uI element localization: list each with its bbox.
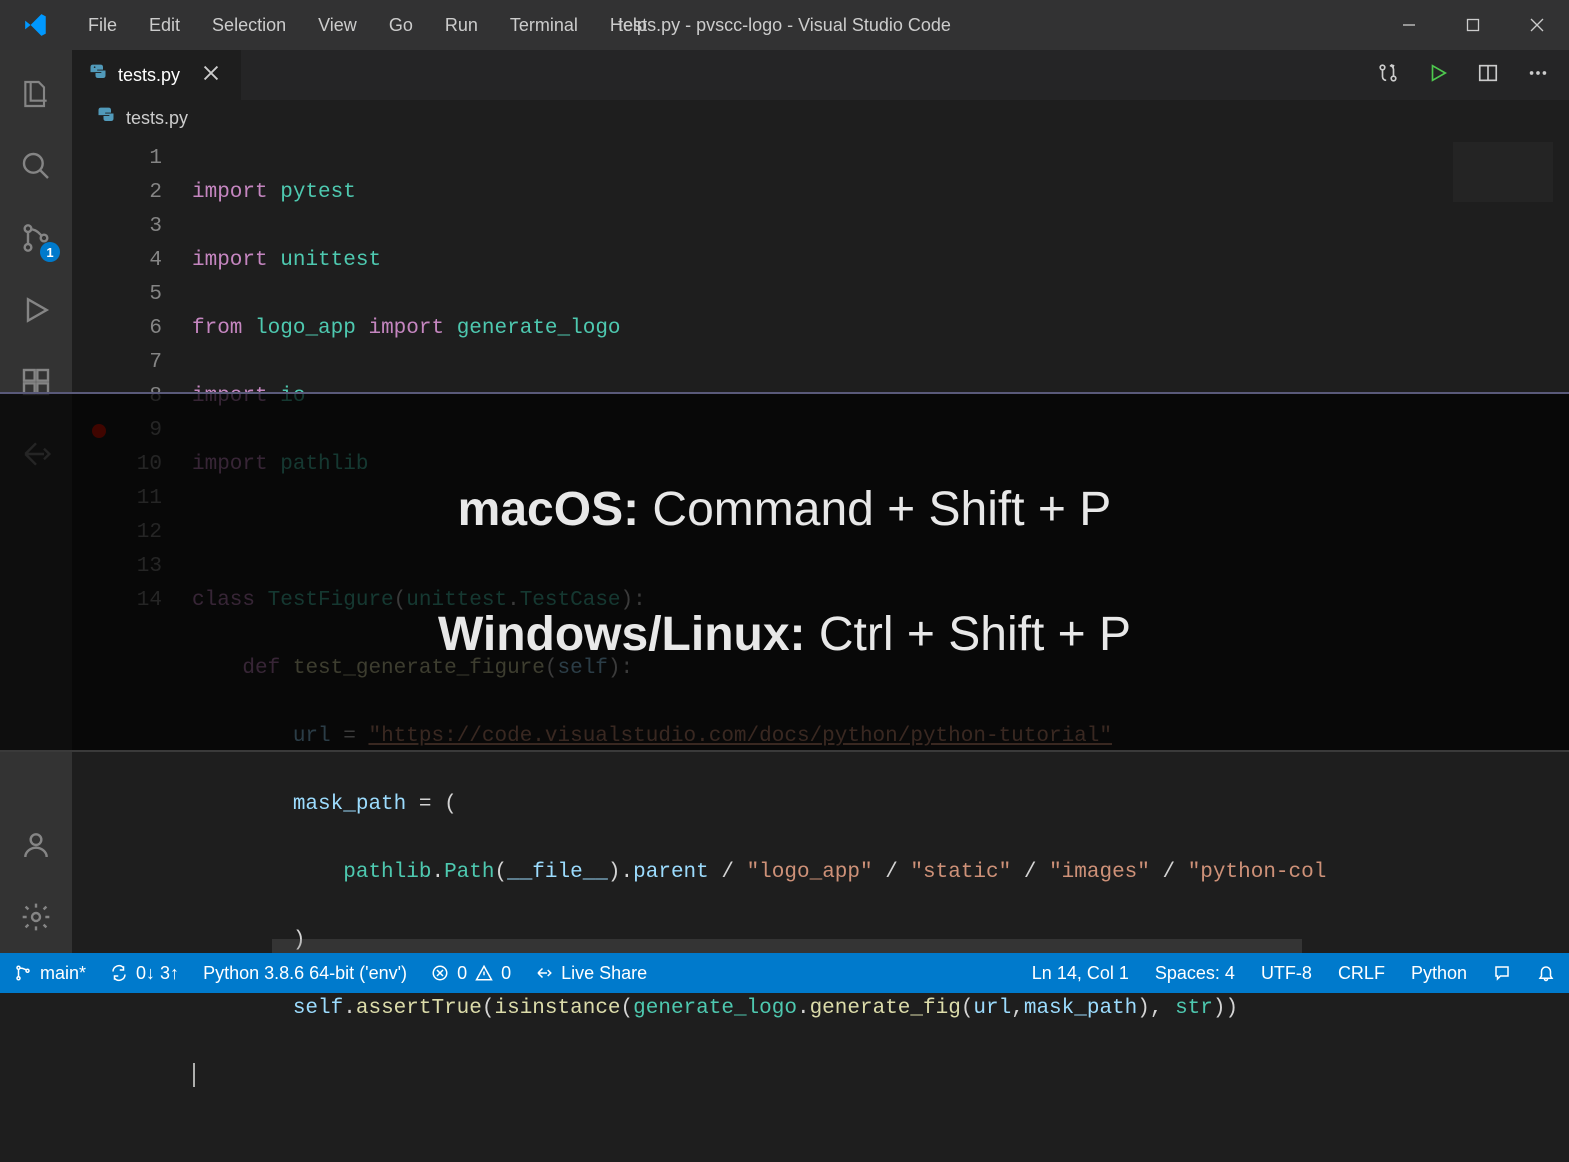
menu-edit[interactable]: Edit xyxy=(133,0,196,50)
close-button[interactable] xyxy=(1505,0,1569,50)
overlay-macos: macOS: Command + Shift + P xyxy=(458,482,1112,537)
status-feedback-icon[interactable] xyxy=(1493,964,1511,982)
title-bar: File Edit Selection View Go Run Terminal… xyxy=(0,0,1569,50)
menu-run[interactable]: Run xyxy=(429,0,494,50)
status-language[interactable]: Python xyxy=(1411,963,1467,984)
editor-actions xyxy=(1377,50,1569,100)
search-icon[interactable] xyxy=(0,130,72,202)
text-cursor xyxy=(193,1063,195,1087)
breadcrumb[interactable]: tests.py xyxy=(72,100,1569,136)
run-debug-icon[interactable] xyxy=(0,274,72,346)
line-number: 4 xyxy=(72,244,162,278)
explorer-icon[interactable] xyxy=(0,58,72,130)
run-file-icon[interactable] xyxy=(1427,62,1449,89)
python-file-icon xyxy=(88,63,108,88)
vscode-logo xyxy=(0,12,72,38)
tab-tests-py[interactable]: tests.py xyxy=(72,50,242,100)
python-file-icon xyxy=(96,106,116,131)
tab-close-icon[interactable] xyxy=(202,64,220,87)
maximize-button[interactable] xyxy=(1441,0,1505,50)
menu-go[interactable]: Go xyxy=(373,0,429,50)
line-number: 5 xyxy=(72,278,162,312)
horizontal-scrollbar[interactable] xyxy=(272,939,1302,953)
status-python[interactable]: Python 3.8.6 64-bit ('env') xyxy=(203,963,407,984)
status-spaces[interactable]: Spaces: 4 xyxy=(1155,963,1235,984)
compare-changes-icon[interactable] xyxy=(1377,62,1399,89)
more-actions-icon[interactable] xyxy=(1527,62,1549,89)
status-encoding[interactable]: UTF-8 xyxy=(1261,963,1312,984)
status-position[interactable]: Ln 14, Col 1 xyxy=(1032,963,1129,984)
line-number: 3 xyxy=(72,210,162,244)
account-icon[interactable] xyxy=(0,809,72,881)
tab-label: tests.py xyxy=(118,65,180,86)
menu-selection[interactable]: Selection xyxy=(196,0,302,50)
split-editor-icon[interactable] xyxy=(1477,62,1499,89)
status-eol[interactable]: CRLF xyxy=(1338,963,1385,984)
breadcrumb-file: tests.py xyxy=(126,108,188,129)
overlay-winlinux: Windows/Linux: Ctrl + Shift + P xyxy=(438,607,1131,662)
menu-view[interactable]: View xyxy=(302,0,373,50)
line-number: 1 xyxy=(72,142,162,176)
minimap[interactable] xyxy=(1453,142,1553,342)
menu-file[interactable]: File xyxy=(72,0,133,50)
settings-gear-icon[interactable] xyxy=(0,881,72,953)
status-bar: main* 0↓ 3↑ Python 3.8.6 64-bit ('env') … xyxy=(0,953,1569,993)
shortcut-overlay: macOS: Command + Shift + P Windows/Linux… xyxy=(0,392,1569,752)
status-liveshare[interactable]: Live Share xyxy=(535,963,647,984)
window-controls xyxy=(1377,0,1569,50)
line-number: 7 xyxy=(72,346,162,380)
scm-badge: 1 xyxy=(40,242,60,262)
menu-bar: File Edit Selection View Go Run Terminal… xyxy=(72,0,663,50)
menu-help[interactable]: Help xyxy=(594,0,663,50)
tab-bar: tests.py xyxy=(72,50,1569,100)
status-bell-icon[interactable] xyxy=(1537,964,1555,982)
status-problems[interactable]: 0 0 xyxy=(431,963,511,984)
line-number: 2 xyxy=(72,176,162,210)
source-control-icon[interactable]: 1 xyxy=(0,202,72,274)
minimize-button[interactable] xyxy=(1377,0,1441,50)
menu-terminal[interactable]: Terminal xyxy=(494,0,594,50)
status-branch[interactable]: main* xyxy=(14,963,86,984)
status-sync[interactable]: 0↓ 3↑ xyxy=(110,963,179,984)
line-number: 6 xyxy=(72,312,162,346)
